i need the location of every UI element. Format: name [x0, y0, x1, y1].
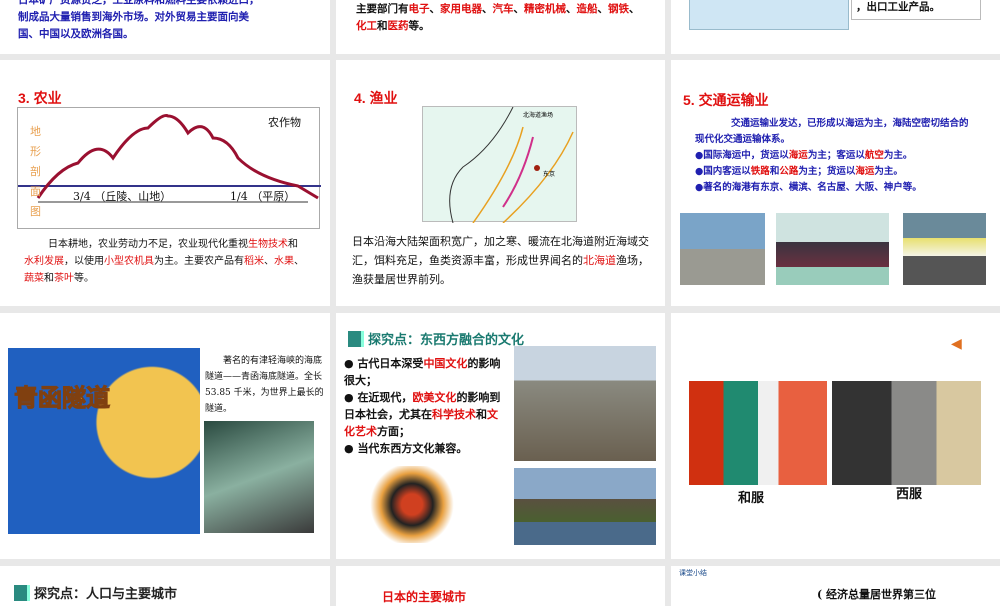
- speaker-icon[interactable]: ◀: [951, 336, 962, 352]
- section-icon: [14, 584, 30, 601]
- slide-thumbnail-industry[interactable]: 主要部门有电子、家用电器、汽车、精密机械、造船、钢铁、化工和医药等。: [336, 0, 665, 54]
- slide-title: 3. 农业: [18, 90, 62, 106]
- hill-share-label: 3/4 （丘陵、山地）: [73, 190, 172, 203]
- kimono-photo: [689, 381, 827, 485]
- slide-text: 日本矿产资源贫乏，工业原料和燃料主要依赖进口，: [18, 0, 260, 6]
- pagoda-photo: [514, 468, 656, 545]
- slide-thumbnail-culture[interactable]: 探究点：东西方融合的文化 ● 古代日本深受中国文化的影响很大； ● 在近现代，欧…: [336, 313, 665, 559]
- terrain-profile-diagram: 地形剖面图 农作物 3/4 （丘陵、山地） 1/4 （平原）: [17, 107, 321, 229]
- cargo-ship-photo: [776, 213, 889, 285]
- slide-title: 4. 渔业: [354, 90, 398, 106]
- slide-thumbnail-population[interactable]: 探究点：人口与主要城市: [0, 566, 330, 606]
- map-title: 青函隧道: [14, 385, 111, 413]
- tunnel-photo: [204, 421, 314, 533]
- transport-text: 交通运输业发达，已形成以海运为主，海陆空密切结合的现代化交通运输体系。 ●国际海…: [695, 118, 969, 193]
- slide-thumbnail-trade-map[interactable]: ，出口工业产品。: [671, 0, 1000, 54]
- slide-thumbnail-clothing[interactable]: ◀ 和服 西服: [671, 313, 1000, 559]
- train-photo: [903, 213, 986, 285]
- fishery-text: 日本沿海大陆架面积宽广，加之寒、暖流在北海道附近海域交汇，饵料充足，鱼类资源丰富…: [352, 235, 649, 286]
- summary-tag: 课堂小结: [679, 569, 707, 577]
- slide-thumbnail-trade[interactable]: 日本矿产资源贫乏，工业原料和燃料主要依赖进口， 制成品大量销售到海外市场。对外贸…: [0, 0, 330, 54]
- slide-thumbnail-tunnel[interactable]: 青函隧道 著名的有津轻海峡的海底隧道——青函海底隧道。全长 53.85 千米，为…: [0, 313, 330, 559]
- section-header: 探究点：东西方融合的文化: [348, 329, 524, 348]
- slide-thumbnail-fishery[interactable]: 4. 渔业 北海道渔场 东京 日本沿海大陆架面积宽广，加之寒、暖流在北海道附近海…: [336, 60, 665, 306]
- slide-thumbnail-summary[interactable]: 课堂小结 ( 经济总量居世界第三位: [671, 566, 1000, 606]
- diagram-side-label: 地形剖面图: [30, 125, 41, 218]
- suits-photo: [832, 381, 981, 485]
- section-header: 探究点：人口与主要城市: [14, 583, 177, 602]
- map-city-label: 东京: [543, 171, 556, 178]
- slide-text: 制成品大量销售到海外市场。对外贸易主要面向美: [18, 11, 249, 23]
- slide-title: 5. 交通运输业: [683, 92, 769, 108]
- agriculture-text: 日本耕地，农业劳动力不足，农业现代化重视生物技术和水利发展，以使用小型农机具为主…: [24, 239, 304, 284]
- slide-text: 主要部门有电子、家用电器、汽车、精密机械、造船、钢铁、化工和医药等。: [356, 3, 640, 32]
- plain-share-label: 1/4 （平原）: [230, 190, 296, 203]
- fishery-map: 北海道渔场 东京: [422, 106, 577, 224]
- tunnel-text: 著名的有津轻海峡的海底隧道——青函海底隧道。全长 53.85 千米，为世界上最长…: [205, 356, 324, 414]
- culture-bullets: ● 古代日本深受中国文化的影响很大； ● 在近现代，欧美文化的影响到日本社会，尤…: [344, 357, 501, 455]
- slide-thumbnail-agriculture[interactable]: 3. 农业 地形剖面图 农作物 3/4 （丘陵、山地） 1/4 （平原） 日本耕…: [0, 60, 330, 306]
- slide-thumbnail-cities[interactable]: 日本的主要城市: [336, 566, 665, 606]
- crop-legend: 农作物: [268, 116, 301, 129]
- sushi-photo: [354, 466, 470, 543]
- city-skyline-photo: [514, 346, 656, 461]
- suit-label: 西服: [896, 487, 923, 502]
- summary-line: ( 经济总量居世界第三位: [817, 588, 937, 601]
- airplane-photo: [680, 213, 765, 285]
- slide-thumbnail-transport[interactable]: 5. 交通运输业 交通运输业发达，已形成以海运为主，海陆空密切结合的现代化交通运…: [671, 60, 1000, 306]
- seikan-tunnel-map: 青函隧道: [8, 348, 200, 534]
- map-image: [689, 0, 849, 30]
- section-icon: [348, 330, 364, 347]
- kimono-label: 和服: [738, 491, 765, 506]
- slide-text: 国、中国以及欧洲各国。: [18, 28, 134, 40]
- slide-title: 日本的主要城市: [382, 590, 467, 604]
- map-label: 北海道渔场: [523, 112, 554, 119]
- text-box: ，出口工业产品。: [851, 0, 981, 20]
